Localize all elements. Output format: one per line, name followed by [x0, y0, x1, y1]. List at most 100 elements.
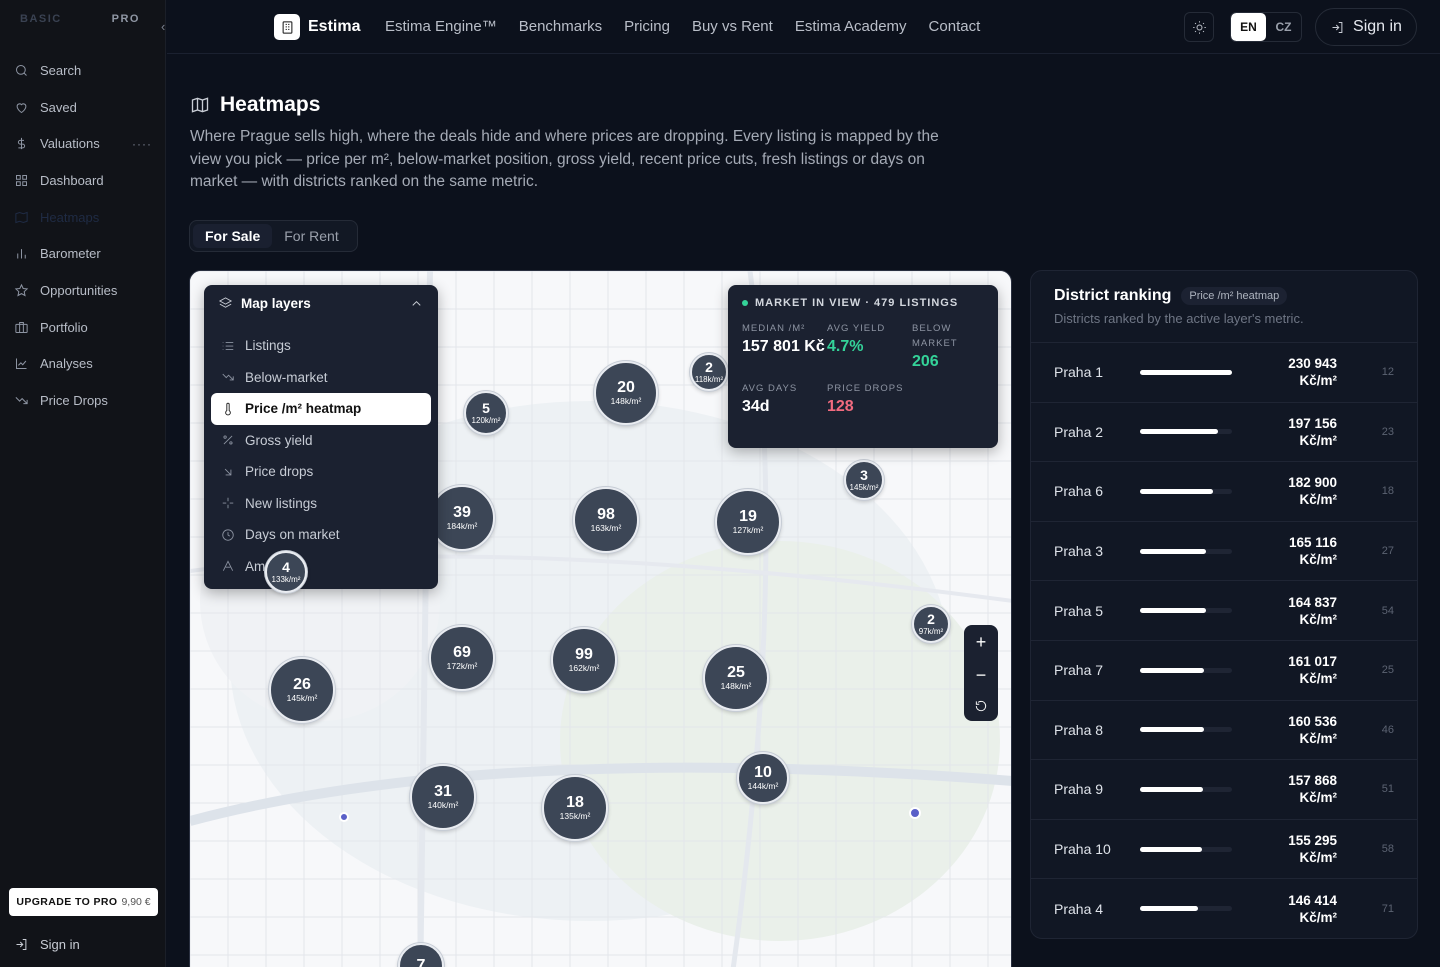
more-dots-icon[interactable]: ···· — [132, 137, 152, 151]
map-canvas[interactable]: 20 148k/m² 2 118k/m² 5 120k/m² 39 184k/m² 98… — [189, 270, 1012, 967]
map-cluster[interactable]: 25 148k/m² — [703, 645, 769, 711]
zoom-controls: + − — [964, 625, 998, 721]
thermometer-icon — [225, 402, 231, 416]
sidebar-item-dashboard[interactable]: Dashboard — [0, 162, 166, 199]
sidebar-item-valuations[interactable]: Valuations ···· — [0, 125, 166, 162]
district-value: 155 295 Kč/m² — [1232, 832, 1337, 866]
brand-name: Estima — [308, 18, 361, 35]
sidebar-item-barometer[interactable]: Barometer — [0, 235, 166, 272]
map-cluster[interactable]: 4 133k/m² — [265, 551, 307, 593]
map-cluster[interactable]: 2 97k/m² — [912, 605, 950, 643]
lang-en[interactable]: EN — [1231, 13, 1266, 41]
layer-below-market[interactable]: Below-market — [211, 362, 431, 394]
brand-link[interactable]: Estima — [274, 14, 360, 40]
cluster-price: 144k/m² — [747, 780, 779, 791]
map-cluster[interactable]: 18 135k/m² — [542, 775, 608, 841]
upgrade-button[interactable]: UPGRADE TO PRO 9,90 € — [9, 888, 158, 916]
nav-link-contact[interactable]: Contact — [929, 18, 981, 35]
sidebar-item-heatmaps[interactable]: Heatmaps — [0, 199, 166, 236]
map-cluster[interactable]: 26 145k/m² — [269, 657, 335, 723]
nav-link-academy[interactable]: Estima Academy — [795, 18, 907, 35]
listing-dot[interactable] — [339, 812, 349, 822]
sidebar-item-saved[interactable]: Saved — [0, 89, 166, 126]
map-cluster[interactable]: 69 172k/m² — [429, 625, 495, 691]
sidebar-item-portfolio[interactable]: Portfolio — [0, 309, 166, 346]
district-count: 51 — [1381, 783, 1394, 796]
nav-link-benchmarks[interactable]: Benchmarks — [519, 18, 602, 35]
ranking-row[interactable]: Praha 8 160 536 Kč/m² 46 — [1031, 701, 1417, 761]
nav-link-engine[interactable]: Estima Engine™ — [385, 18, 497, 35]
tab-for-rent[interactable]: For Rent — [272, 224, 350, 248]
map-cluster[interactable]: 31 140k/m² — [410, 764, 476, 830]
sidebar-item-analyses[interactable]: Analyses — [0, 346, 166, 383]
map-layers-header[interactable]: Map layers — [204, 285, 438, 321]
cluster-count: 19 — [739, 507, 757, 525]
district-name: Praha 9 — [1054, 781, 1104, 798]
chevron-left-icon[interactable]: ‹ — [161, 19, 165, 34]
sign-in-icon — [1332, 21, 1343, 33]
map-cluster[interactable]: 99 162k/m² — [551, 627, 617, 693]
layer-listings[interactable]: Listings — [211, 330, 431, 362]
listing-type-toggle: For Sale For Rent — [189, 220, 358, 252]
chevron-up-icon[interactable] — [409, 296, 424, 311]
reset-icon[interactable] — [974, 699, 988, 713]
ranking-row[interactable]: Praha 3 165 116 Kč/m² 27 — [1031, 522, 1417, 582]
ranking-row[interactable]: Praha 4 146 414 Kč/m² 71 — [1031, 879, 1417, 938]
cluster-price: 145k/m² — [286, 692, 318, 703]
district-bar-fill — [1140, 608, 1206, 614]
layer-price-heatmap[interactable]: Price /m² heatmap — [211, 393, 431, 425]
ranking-row[interactable]: Praha 2 197 156 Kč/m² 23 — [1031, 403, 1417, 463]
stat-price-drops: PRICE DROPS 128 — [827, 381, 912, 416]
layer-new-listings[interactable]: New listings — [211, 488, 431, 520]
district-name: Praha 1 — [1054, 364, 1104, 381]
layer-label: Price /m² heatmap — [245, 401, 362, 417]
map-cluster[interactable]: 19 127k/m² — [715, 489, 781, 555]
map-cluster[interactable]: 98 163k/m² — [573, 487, 639, 553]
top-nav: Estima Estima Engine™ Benchmarks Pricing… — [167, 0, 1440, 54]
map-cluster[interactable]: 39 184k/m² — [429, 485, 495, 551]
nav-link-pricing[interactable]: Pricing — [624, 18, 670, 35]
zoom-in-button[interactable]: + — [976, 633, 987, 651]
sidebar-signin-button[interactable]: Sign in — [14, 937, 80, 952]
nav-link-buy-vs-rent[interactable]: Buy vs Rent — [692, 18, 773, 35]
ranking-row[interactable]: Praha 10 155 295 Kč/m² 58 — [1031, 820, 1417, 880]
layer-label: Price drops — [245, 464, 314, 480]
ranking-row[interactable]: Praha 7 161 017 Kč/m² 25 — [1031, 641, 1417, 701]
layer-gross-yield[interactable]: Gross yield — [211, 425, 431, 457]
district-name: Praha 10 — [1054, 841, 1111, 858]
stat-value: 128 — [827, 398, 854, 415]
layer-price-drops[interactable]: Price drops — [211, 456, 431, 488]
cluster-count: 3 — [860, 466, 868, 483]
layer-days-on-market[interactable]: Days on market — [211, 519, 431, 551]
briefcase-icon — [14, 320, 29, 335]
plan-tab-pro[interactable]: PRO — [112, 13, 150, 25]
map-cluster[interactable]: 10 144k/m² — [737, 752, 789, 804]
ranking-row[interactable]: Praha 1 230 943 Kč/m² 12 — [1031, 343, 1417, 403]
theme-toggle-button[interactable] — [1184, 12, 1214, 42]
district-bar — [1140, 429, 1232, 435]
trending-down-icon — [14, 393, 29, 408]
tab-for-sale[interactable]: For Sale — [193, 224, 273, 248]
map-cluster[interactable]: 5 120k/m² — [464, 391, 508, 435]
district-count: 54 — [1381, 604, 1394, 617]
sidebar-item-price-drops[interactable]: Price Drops — [0, 382, 166, 419]
sidebar-item-search[interactable]: Search — [0, 52, 166, 89]
ranking-row[interactable]: Praha 6 182 900 Kč/m² 18 — [1031, 462, 1417, 522]
zoom-out-button[interactable]: − — [976, 666, 987, 684]
cluster-price: 162k/m² — [568, 662, 600, 673]
district-price: 165 116 — [1288, 535, 1337, 551]
signin-button[interactable]: Sign in — [1315, 8, 1417, 46]
layer-amenities[interactable]: Am — [211, 551, 431, 583]
ranking-subtitle: Districts ranked by the active layer's m… — [1054, 311, 1304, 326]
ranking-row[interactable]: Praha 5 164 837 Kč/m² 54 — [1031, 581, 1417, 641]
lang-cz[interactable]: CZ — [1266, 13, 1301, 41]
map-cluster[interactable]: 20 148k/m² — [594, 361, 658, 425]
arrow-down-right-icon — [224, 468, 232, 476]
plan-tab-basic[interactable]: BASIC — [20, 13, 62, 25]
listing-dot[interactable] — [909, 807, 921, 819]
sidebar-item-opportunities[interactable]: Opportunities — [0, 272, 166, 309]
map-cluster[interactable]: 3 145k/m² — [844, 460, 884, 500]
map-cluster[interactable]: 2 118k/m² — [690, 353, 728, 391]
cluster-count: 20 — [617, 378, 635, 396]
ranking-row[interactable]: Praha 9 157 868 Kč/m² 51 — [1031, 760, 1417, 820]
